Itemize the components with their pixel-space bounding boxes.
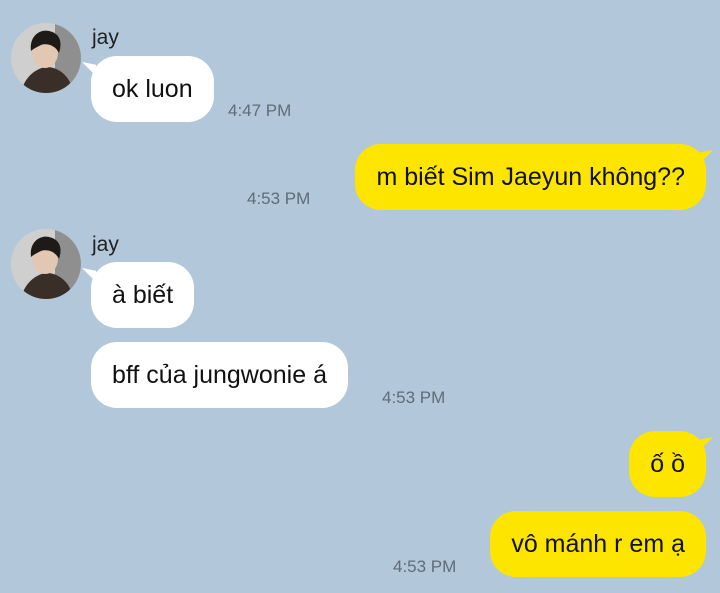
message-text: vô mánh r em ạ <box>511 529 685 558</box>
message-text: bff của jungwonie á <box>112 360 327 389</box>
message-timestamp: 4:47 PM <box>228 101 292 120</box>
message-text: ok luon <box>112 74 193 103</box>
avatar-photo-icon <box>11 229 81 299</box>
message-bubble-outgoing[interactable]: m biết Sim Jaeyun không?? <box>355 144 706 210</box>
sender-name: jay <box>92 26 119 49</box>
message-bubble-outgoing[interactable]: ố ồ <box>629 431 706 497</box>
sender-name: jay <box>92 233 119 256</box>
sender-avatar[interactable] <box>11 229 81 299</box>
message-bubble-outgoing[interactable]: vô mánh r em ạ <box>490 511 706 577</box>
message-bubble-incoming[interactable]: ok luon <box>91 56 214 122</box>
message-timestamp: 4:53 PM <box>393 557 457 576</box>
message-bubble-incoming[interactable]: bff của jungwonie á <box>91 342 348 408</box>
message-text: ố ồ <box>650 449 685 478</box>
message-bubble-incoming[interactable]: à biết <box>91 262 195 328</box>
sender-avatar[interactable] <box>11 23 81 93</box>
message-timestamp: 4:53 PM <box>247 189 311 208</box>
message-timestamp: 4:53 PM <box>382 388 446 407</box>
message-text: m biết Sim Jaeyun không?? <box>376 162 685 191</box>
message-text: à biết <box>112 280 174 309</box>
avatar-photo-icon <box>11 23 81 93</box>
